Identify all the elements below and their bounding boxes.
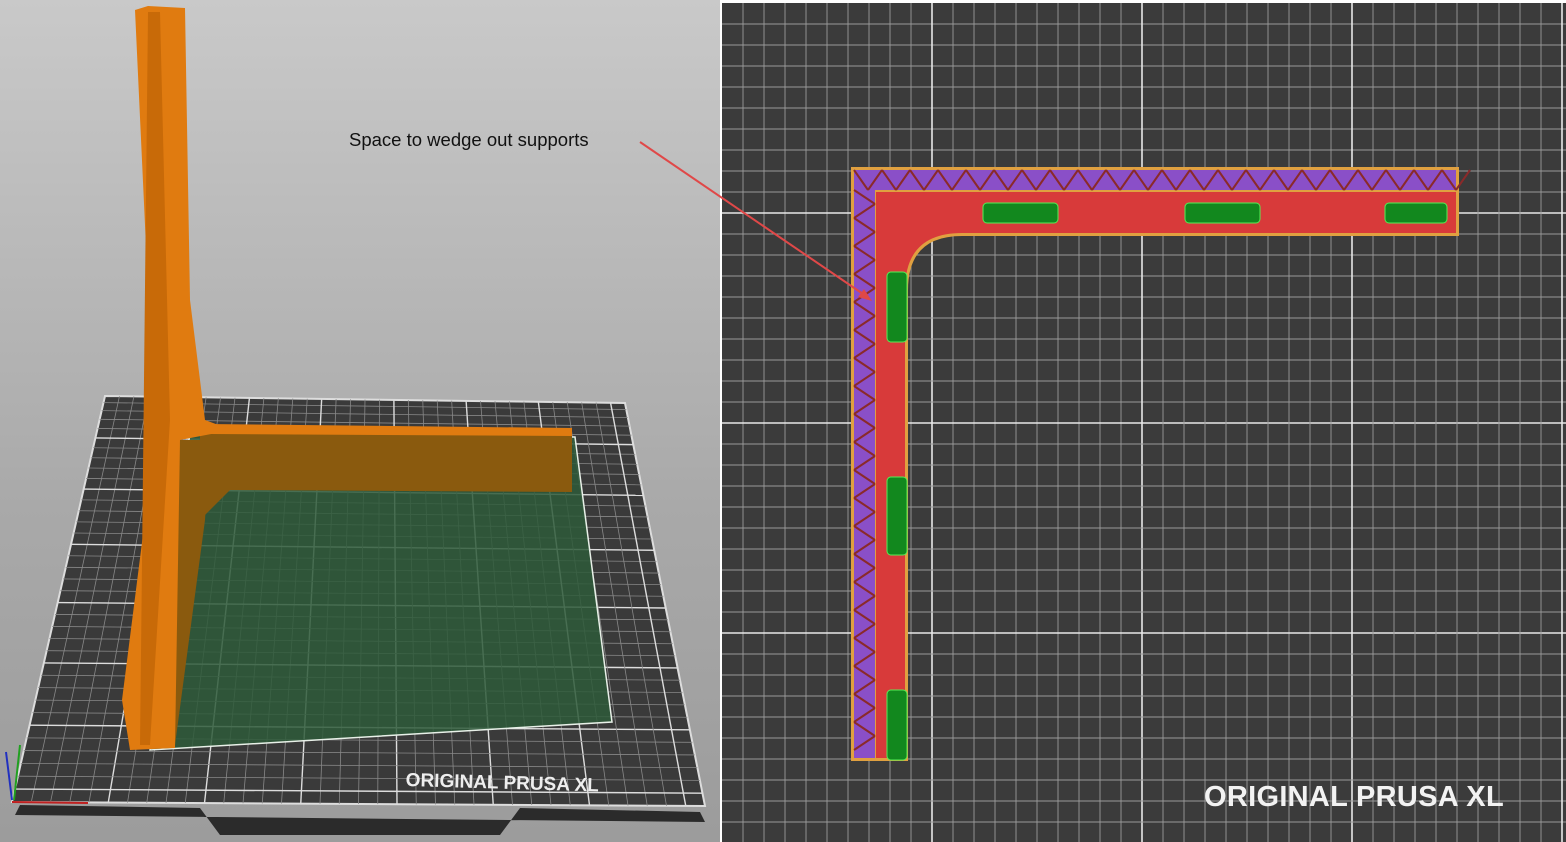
3d-view-panel[interactable]: ORIGINAL PRUSA XL Space to wedge out sup… xyxy=(0,0,720,842)
axis-x xyxy=(12,802,88,803)
annotation-text: Space to wedge out supports xyxy=(349,129,589,151)
gcode-preview-panel[interactable] xyxy=(722,3,1566,842)
axis-z xyxy=(6,752,12,800)
bed-label-top: ORIGINAL PRUSA XL xyxy=(1204,781,1504,814)
3d-scene xyxy=(0,0,720,842)
bed-base xyxy=(15,805,705,835)
